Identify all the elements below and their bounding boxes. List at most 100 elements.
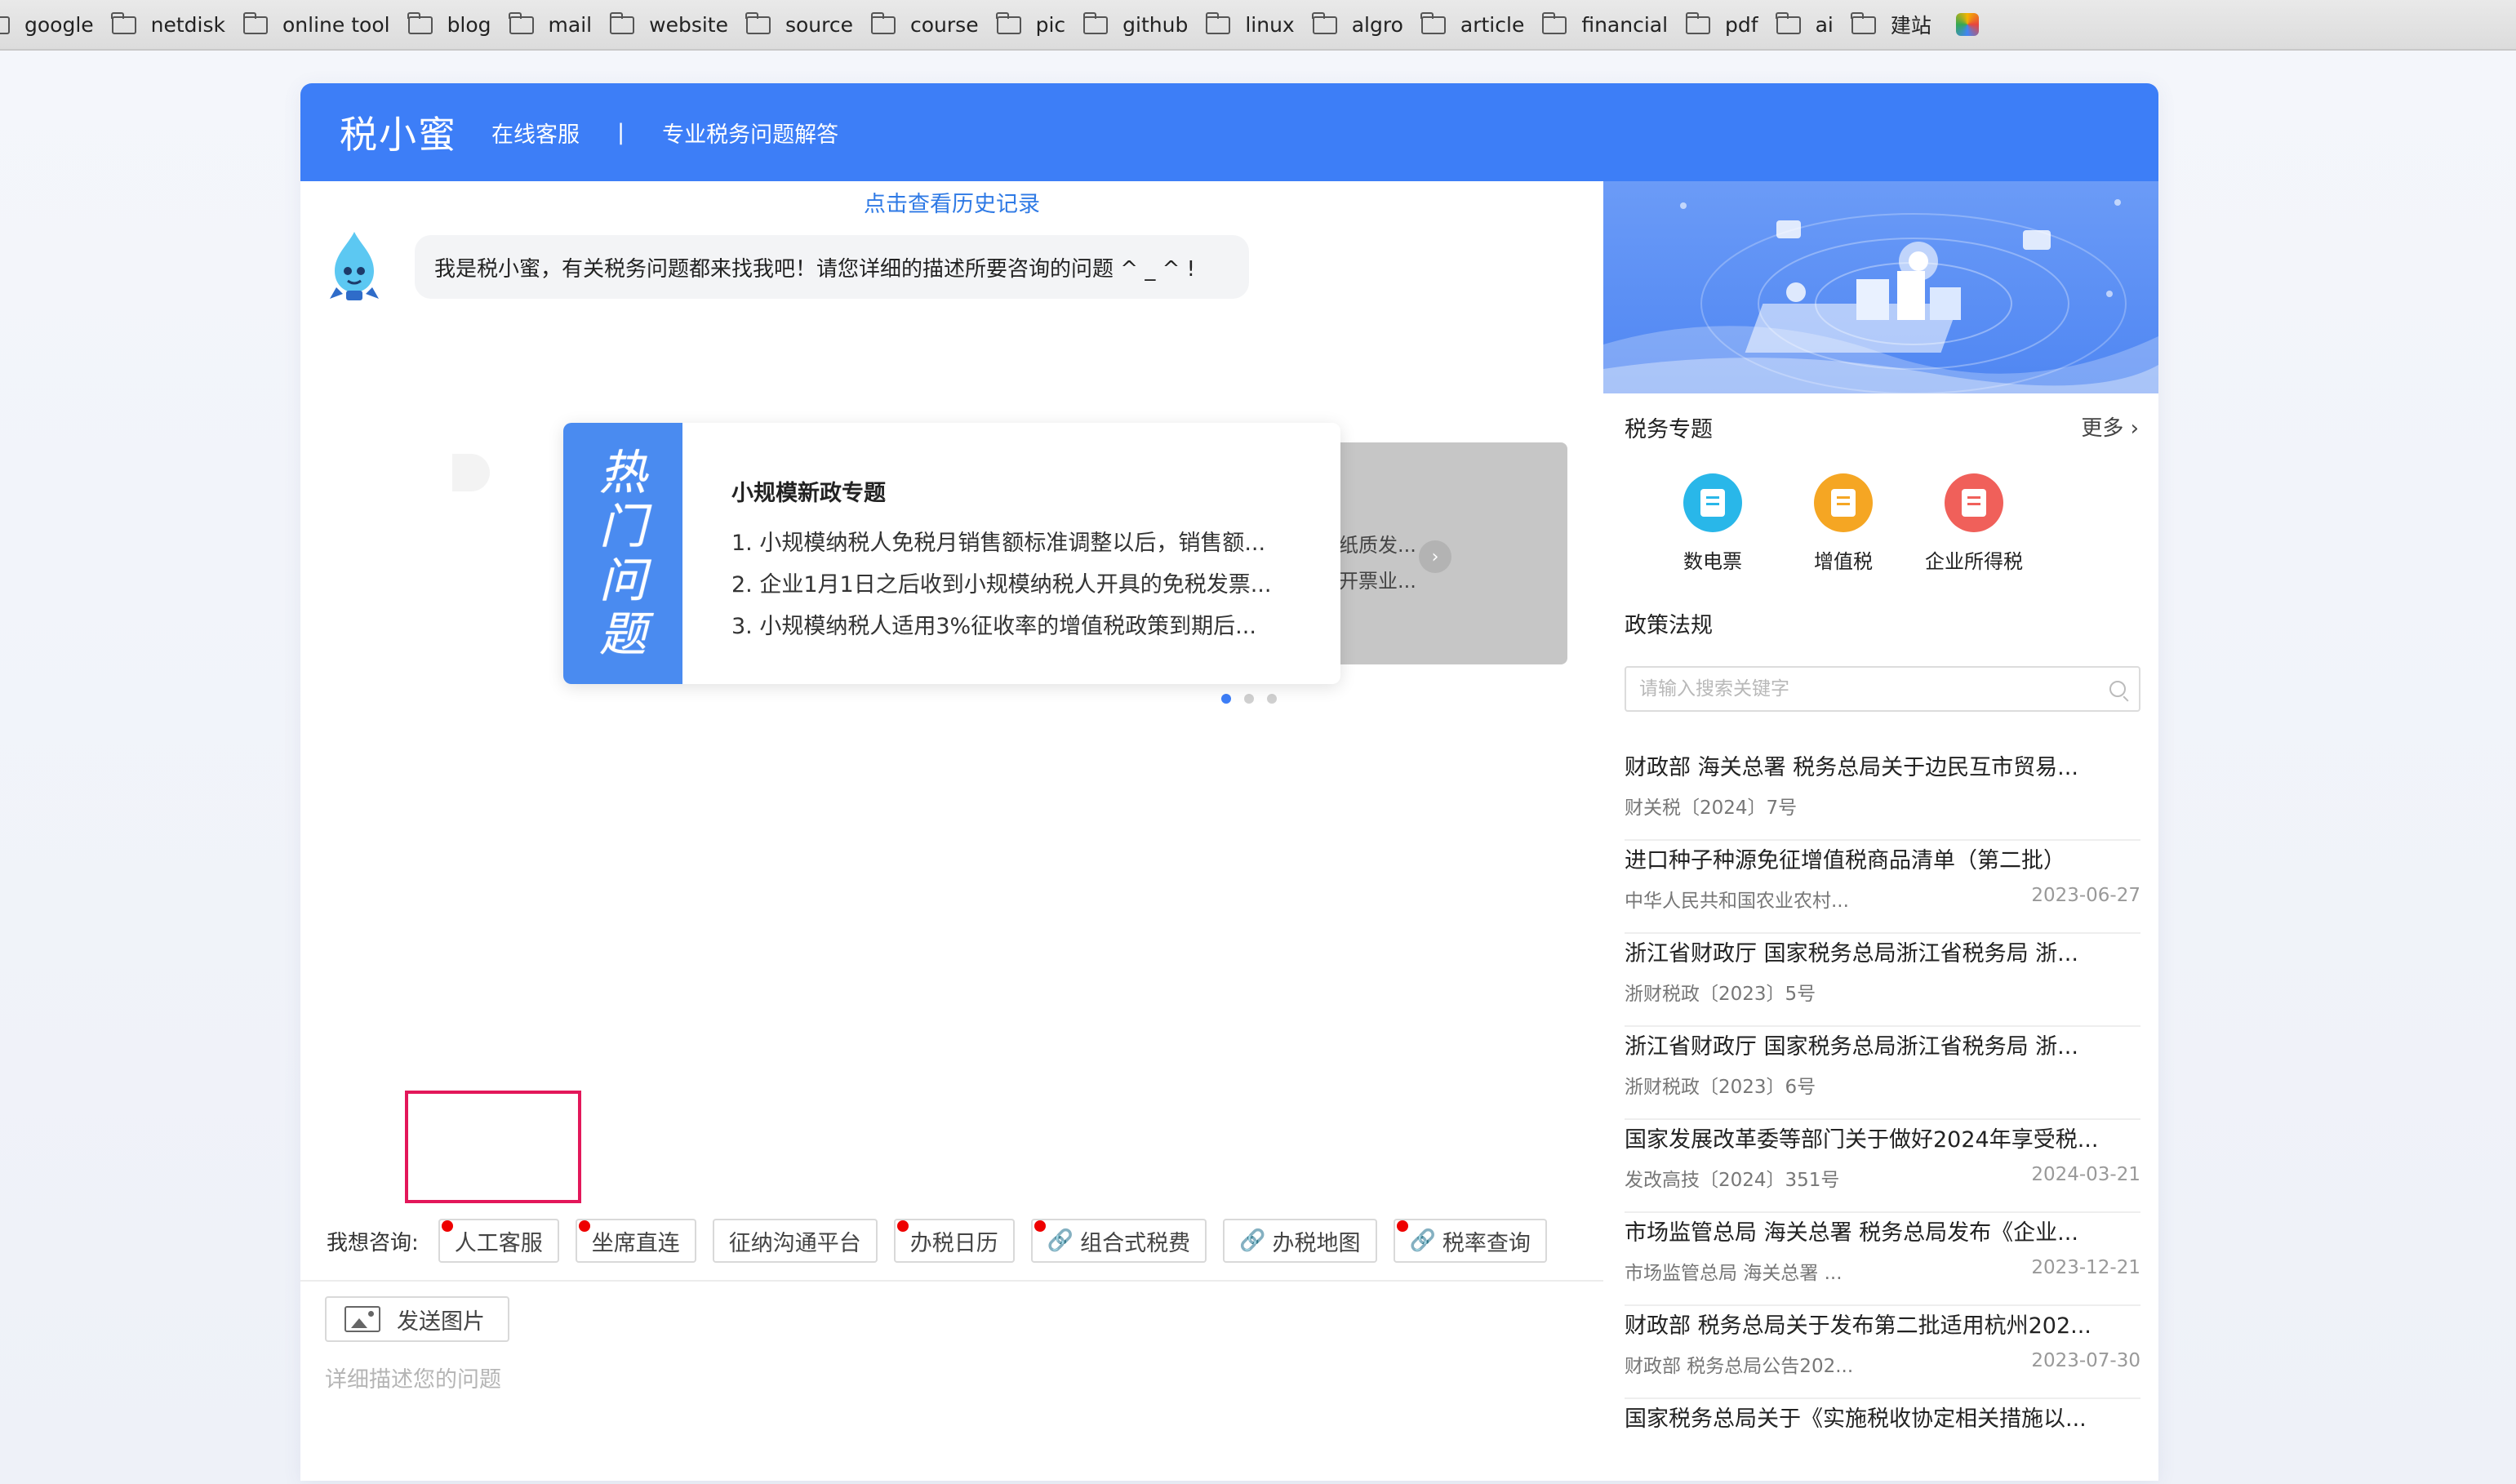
chip-tax-map[interactable]: 🔗 办税地图 — [1223, 1219, 1377, 1263]
chip-tax-rate-query[interactable]: 🔗 税率查询 — [1393, 1219, 1547, 1263]
hot-question-item[interactable]: 2. 企业1月1日之后收到小规模纳税人开具的免税发票... — [731, 566, 1295, 598]
bookmark-netdisk[interactable]: netdisk — [111, 0, 243, 49]
bookmark-blog[interactable]: blog — [407, 0, 509, 49]
folder-icon — [111, 12, 136, 34]
image-icon — [345, 1306, 380, 1332]
policy-item[interactable]: 财政部 税务总局关于发布第二批适用杭州202... 财政部 税务总局公告202.… — [1625, 1306, 2140, 1399]
bookmark-financial[interactable]: financial — [1541, 0, 1686, 49]
send-image-button[interactable]: 发送图片 — [325, 1296, 509, 1342]
policy-title: 政策法规 — [1625, 613, 1713, 638]
chevron-right-icon[interactable]: › — [1419, 540, 1451, 573]
topic-vat[interactable]: 增值税 — [1778, 473, 1909, 574]
chip-combined-tax[interactable]: 🔗 组合式税费 — [1030, 1219, 1207, 1263]
chip-label: 税率查询 — [1442, 1230, 1531, 1256]
bookmark-course[interactable]: course — [870, 0, 997, 49]
chip-seat-direct[interactable]: 坐席直连 — [575, 1219, 696, 1263]
topic-digital-invoice[interactable]: 数电票 — [1647, 473, 1778, 574]
policy-item[interactable]: 浙江省财政厅 国家税务总局浙江省税务局 浙... 浙财税政〔2023〕6号 — [1625, 1027, 2140, 1120]
carousel-next-card[interactable]: 纸质发... 开票业... — [1339, 442, 1567, 664]
policy-title-text: 市场监管总局 海关总署 税务总局发布《企业... — [1625, 1220, 2078, 1246]
notification-dot — [1034, 1220, 1046, 1232]
chip-label: 办税地图 — [1272, 1230, 1361, 1256]
bookmark-mail[interactable]: mail — [509, 0, 611, 49]
policy-source: 中华人民共和国农业农村... — [1625, 891, 1849, 912]
hot-tag-char: 热 — [598, 445, 647, 500]
bookmark-article[interactable]: article — [1420, 0, 1542, 49]
chevron-right-icon: › — [2130, 416, 2139, 441]
notification-dot — [1396, 1220, 1408, 1232]
question-input[interactable] — [325, 1362, 1566, 1460]
bookmark-github[interactable]: github — [1082, 0, 1206, 49]
policy-source: 财关税〔2024〕7号 — [1625, 798, 1798, 819]
banner-illustration — [1603, 181, 2158, 393]
chip-human-service[interactable]: 人工客服 — [438, 1219, 559, 1263]
folder-icon — [1776, 12, 1801, 34]
bookmark-source[interactable]: source — [745, 0, 871, 49]
carousel-dot[interactable] — [1221, 694, 1231, 704]
bookmark-pdf[interactable]: pdf — [1685, 0, 1776, 49]
carousel-prev-button[interactable] — [452, 454, 490, 491]
chip-communication-platform[interactable]: 征纳沟通平台 — [712, 1219, 878, 1263]
side-panel: 税务专题 更多 › 数电票 增值税 企业所得税 政策法规 财政部 海 — [1603, 181, 2158, 1481]
policy-title-text: 国家税务总局关于《实施税收协定相关措施以... — [1625, 1406, 2087, 1432]
bookmark-label: ai — [1815, 12, 1834, 37]
bookmark-label: pdf — [1725, 12, 1758, 37]
bookmark-algro[interactable]: algro — [1312, 0, 1421, 49]
policy-item[interactable]: 市场监管总局 海关总署 税务总局发布《企业... 市场监管总局 海关总署 ...… — [1625, 1213, 2140, 1306]
policy-item[interactable]: 国家税务总局关于《实施税收协定相关措施以... — [1625, 1399, 2140, 1481]
notification-dot — [578, 1220, 590, 1232]
search-icon[interactable] — [2109, 681, 2126, 697]
more-label: 更多 — [2081, 416, 2124, 441]
policy-source: 财政部 税务总局公告202... — [1625, 1356, 1854, 1377]
bookmark-label: source — [785, 12, 854, 37]
input-divider — [300, 1280, 1603, 1282]
hot-question-item[interactable]: 1. 小规模纳税人免税月销售额标准调整以后，销售额... — [731, 525, 1295, 557]
bookmark-linux[interactable]: linux — [1205, 0, 1312, 49]
header-subtitle: 在线客服 — [491, 122, 580, 148]
policy-source: 浙财税政〔2023〕6号 — [1625, 1077, 1816, 1098]
send-image-label: 发送图片 — [397, 1308, 485, 1335]
chip-label: 组合式税费 — [1080, 1230, 1191, 1256]
carousel-dot[interactable] — [1244, 694, 1254, 704]
policy-source: 发改高技〔2024〕351号 — [1625, 1170, 1840, 1191]
bookmark-label: mail — [548, 12, 593, 37]
consult-label: 我想咨询: — [327, 1230, 419, 1255]
bookmark-ai[interactable]: ai — [1776, 0, 1851, 49]
bookmark-pic[interactable]: pic — [996, 0, 1084, 49]
policy-title-text: 浙江省财政厅 国家税务总局浙江省税务局 浙... — [1625, 1034, 2078, 1060]
folder-icon — [509, 12, 534, 34]
header-separator: | — [617, 119, 625, 145]
folder-icon — [745, 12, 771, 34]
policy-search — [1625, 666, 2140, 712]
history-link[interactable]: 点击查看历史记录 — [300, 186, 1603, 218]
policy-date: 2024-03-21 — [2031, 1164, 2140, 1185]
policy-item[interactable]: 国家发展改革委等部门关于做好2024年享受税... 发改高技〔2024〕351号… — [1625, 1120, 2140, 1213]
carousel-dot[interactable] — [1267, 694, 1277, 704]
bot-avatar — [323, 230, 385, 304]
chip-tax-calendar[interactable]: 办税日历 — [893, 1219, 1015, 1263]
brand-title: 税小蜜 — [340, 113, 457, 157]
bookmark-online-tool[interactable]: online tool — [242, 0, 408, 49]
bookmark-label: algro — [1351, 12, 1403, 37]
bookmark-website[interactable]: website — [609, 0, 746, 49]
chip-label: 坐席直连 — [591, 1230, 680, 1256]
header: 税小蜜 在线客服 | 专业税务问题解答 — [300, 83, 2158, 181]
policy-item[interactable]: 财政部 海关总署 税务总局关于边民互市贸易... 财关税〔2024〕7号 — [1625, 748, 2140, 841]
more-link[interactable]: 更多 › — [2081, 411, 2139, 443]
policy-search-input[interactable] — [1639, 678, 2109, 700]
topic-corporate-income-tax[interactable]: 企业所得税 — [1909, 473, 2039, 574]
carousel-dots — [1221, 694, 1277, 704]
folder-icon — [870, 12, 896, 34]
policy-item[interactable]: 进口种子种源免征增值税商品清单（第二批） 中华人民共和国农业农村... 2023-… — [1625, 841, 2140, 934]
bookmark-label: article — [1460, 12, 1525, 37]
bookmark-google[interactable]: google — [0, 0, 112, 49]
policy-item[interactable]: 浙江省财政厅 国家税务总局浙江省税务局 浙... 浙财税政〔2023〕5号 — [1625, 934, 2140, 1027]
extension-icon[interactable] — [1955, 13, 1979, 36]
tax-topics-header: 税务专题 更多 › — [1625, 411, 2139, 443]
hot-question-item[interactable]: 3. 小规模纳税人适用3%征收率的增值税政策到期后... — [731, 608, 1295, 640]
bookmark-jianzhan[interactable]: 建站 — [1851, 0, 1949, 49]
policy-title-text: 浙江省财政厅 国家税务总局浙江省税务局 浙... — [1625, 941, 2078, 966]
hot-questions-body: 小规模新政专题 1. 小规模纳税人免税月销售额标准调整以后，销售额... 2. … — [682, 423, 1295, 684]
policy-title-text: 财政部 税务总局关于发布第二批适用杭州202... — [1625, 1313, 2091, 1339]
hot-questions-card: 热 门 问 题 小规模新政专题 1. 小规模纳税人免税月销售额标准调整以后，销售… — [563, 423, 1340, 684]
